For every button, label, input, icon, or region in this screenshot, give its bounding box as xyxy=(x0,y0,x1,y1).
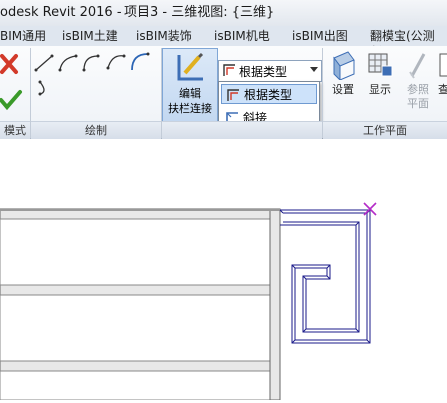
line-icon xyxy=(34,54,54,72)
fillet-arc-icon xyxy=(131,52,150,71)
settings-label: 设置 xyxy=(332,83,354,96)
tab-bim-general[interactable]: BIM通用 xyxy=(0,28,46,44)
viewer-icon xyxy=(439,53,447,77)
tangent-arc-icon xyxy=(106,54,126,70)
join-by-type-icon xyxy=(223,64,235,76)
edit-railing-joins-button[interactable]: 编辑 扶栏连接 xyxy=(162,48,218,122)
document-title: 项目3 - 三维视图: {三维} xyxy=(124,5,275,20)
viewer-button[interactable]: 查 xyxy=(438,50,447,97)
center-ends-arc-icon xyxy=(82,54,100,72)
reference-plane-icon xyxy=(409,53,426,79)
cancel-x-icon xyxy=(0,54,18,74)
drawing-canvas[interactable] xyxy=(0,139,447,401)
join-by-type-icon xyxy=(227,89,239,101)
set-workplane-button[interactable]: 设置 xyxy=(326,50,360,97)
reference-plane-button[interactable]: 参照 平面 xyxy=(400,50,436,111)
chevron-down-icon[interactable] xyxy=(310,67,318,72)
cancel-edit-button[interactable] xyxy=(0,52,24,76)
join-option-by-type[interactable]: 根据类型 xyxy=(221,84,317,104)
edit-railing-joins-icon xyxy=(177,52,204,81)
mode-panel-label: 模式 xyxy=(0,121,30,139)
ref-plane-label-2: 平面 xyxy=(407,97,429,110)
tab-fanmobao[interactable]: 翻模宝(公测版) xyxy=(370,28,447,59)
joins-panel-label-bar xyxy=(162,121,322,139)
finish-check-icon xyxy=(0,90,22,111)
draw-tools xyxy=(32,48,160,120)
show-grid-icon xyxy=(368,53,393,77)
ribbon-tabs: BIM通用 isBIM土建 isBIM装饰 isBIM机电 isBIM出图 翻模… xyxy=(0,26,447,59)
window-titlebar: odesk Revit 2016 - 项目3 - 三维视图: {三维} xyxy=(0,0,447,26)
pick-path-icon xyxy=(38,80,45,96)
grid-settings-icon xyxy=(333,51,355,82)
app-title: odesk Revit 2016 - xyxy=(0,5,122,20)
finish-edit-button[interactable] xyxy=(0,88,24,112)
show-label: 显示 xyxy=(369,83,391,96)
join-type-selected: 根据类型 xyxy=(239,65,288,79)
edit-button-label-line2: 扶栏连接 xyxy=(168,102,212,115)
tab-isbim-decoration[interactable]: isBIM装饰 xyxy=(136,28,192,44)
join-option-label: 根据类型 xyxy=(244,88,293,102)
show-workplane-button[interactable]: 显示 xyxy=(362,50,398,97)
ref-plane-label-1: 参照 xyxy=(407,83,429,96)
tab-isbim-drawing[interactable]: isBIM出图 xyxy=(292,28,348,44)
viewer-label: 查 xyxy=(438,83,447,96)
draw-tools-icons xyxy=(34,52,150,96)
railing-3d-view xyxy=(0,202,377,401)
tab-isbim-mep[interactable]: isBIM机电 xyxy=(214,28,270,44)
start-end-arc-icon xyxy=(58,54,78,72)
join-type-combo[interactable]: 根据类型 xyxy=(218,60,322,82)
workplane-panel-label: 工作平面 xyxy=(323,121,447,139)
tab-isbim-civil[interactable]: isBIM土建 xyxy=(62,28,118,44)
edit-button-label-line1: 编辑 xyxy=(179,87,201,100)
draw-panel-label: 绘制 xyxy=(31,121,161,139)
